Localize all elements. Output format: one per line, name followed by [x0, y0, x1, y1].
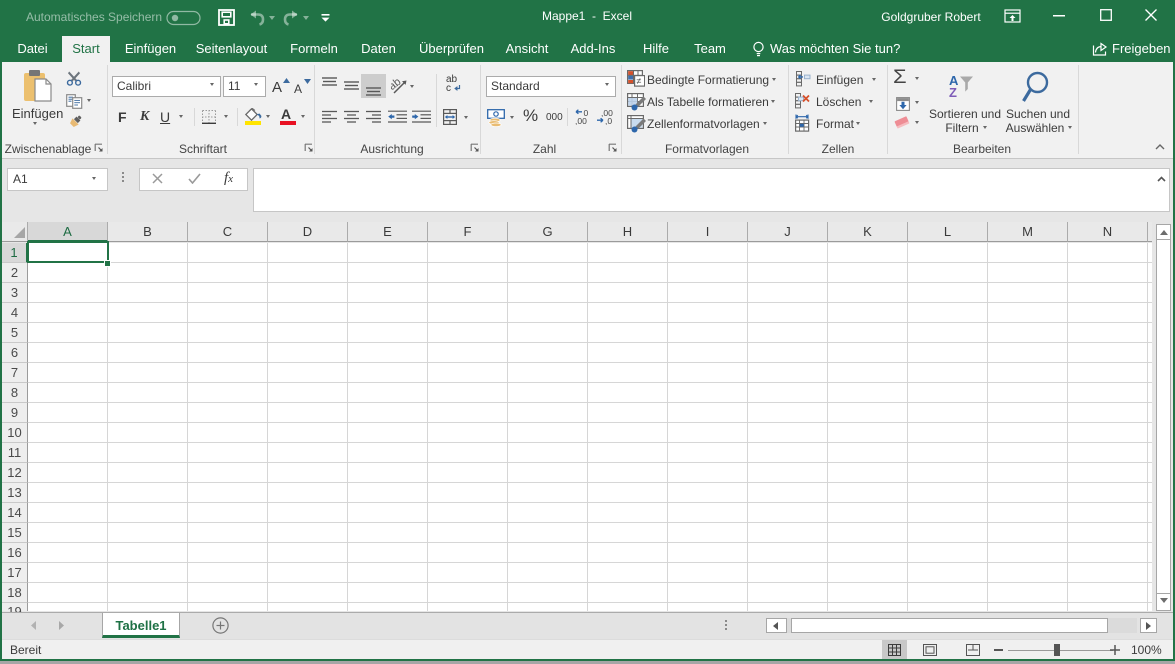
svg-text:Z: Z	[949, 85, 957, 97]
svg-text:≠: ≠	[637, 76, 642, 86]
svg-text:,0: ,0	[605, 116, 612, 125]
svg-text:,00: ,00	[575, 116, 587, 125]
